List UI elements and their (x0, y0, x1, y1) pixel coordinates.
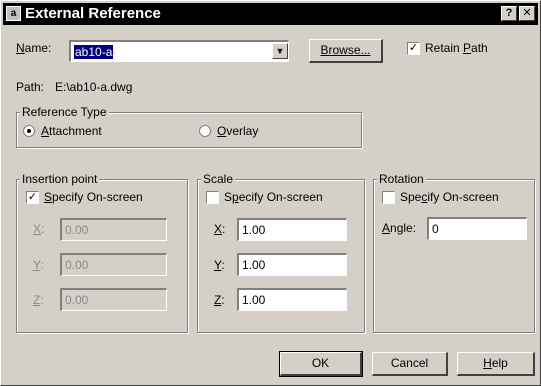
retain-path-checkbox[interactable]: ✓ (407, 42, 420, 55)
scale-specify-label: Specify On-screen (224, 190, 323, 204)
autocad-app-icon[interactable]: a (6, 6, 21, 21)
external-reference-dialog: a External Reference ? ✕ Name: ab10-a ▼ … (0, 0, 541, 386)
insertion-point-title: Insertion point (20, 172, 100, 186)
scale-x-field[interactable]: 1.00 (237, 218, 347, 241)
rotation-specify-checkbox[interactable] (382, 191, 395, 204)
insertion-z-label: Z: (33, 293, 44, 307)
name-combobox-value: ab10-a (74, 45, 114, 59)
scale-y-field[interactable]: 1.00 (237, 253, 347, 276)
insertion-z-field[interactable]: 0.00 (60, 288, 167, 311)
title-bar[interactable]: a External Reference ? ✕ (3, 3, 538, 25)
name-combobox[interactable]: ab10-a (69, 40, 289, 62)
scale-specify-checkbox[interactable] (206, 191, 219, 204)
insertion-y-field[interactable]: 0.00 (60, 253, 167, 276)
attachment-label: Attachment (41, 124, 102, 138)
chevron-down-icon[interactable]: ▼ (272, 43, 288, 59)
scale-y-label: Y: (214, 258, 225, 272)
help-title-button[interactable]: ? (501, 6, 517, 21)
browse-button[interactable]: Browse... (309, 39, 383, 63)
path-value: E:\ab10-a.dwg (55, 80, 133, 94)
ok-button[interactable]: OK (279, 351, 363, 377)
scale-z-label: Z: (214, 293, 225, 307)
cancel-button[interactable]: Cancel (372, 352, 448, 376)
scale-z-field[interactable]: 1.00 (237, 288, 347, 311)
angle-label: Angle: (382, 221, 417, 235)
close-button[interactable]: ✕ (519, 6, 535, 21)
insertion-y-label: Y: (33, 258, 44, 272)
help-button[interactable]: Help (457, 352, 535, 376)
insertion-x-field[interactable]: 0.00 (60, 218, 167, 241)
insertion-specify-checkbox[interactable]: ✓ (26, 191, 39, 204)
overlay-label: Overlay (217, 124, 259, 138)
scale-title: Scale (201, 172, 236, 186)
retain-path-label: Retain Path (425, 41, 488, 55)
insertion-specify-label: Specify On-screen (44, 190, 143, 204)
angle-field[interactable]: 0 (427, 217, 527, 240)
browse-button-label: Browse... (320, 43, 371, 57)
scale-x-label: X: (214, 222, 226, 236)
attachment-radio[interactable] (23, 125, 35, 137)
rotation-title: Rotation (377, 172, 426, 186)
dialog-title: External Reference (25, 5, 161, 22)
insertion-x-label: X: (33, 222, 45, 236)
rotation-specify-label: Specify On-screen (400, 190, 499, 204)
path-label: Path: (16, 80, 45, 94)
reference-type-title: Reference Type (20, 105, 109, 119)
name-label: Name: (16, 41, 52, 55)
overlay-radio[interactable] (199, 125, 211, 137)
